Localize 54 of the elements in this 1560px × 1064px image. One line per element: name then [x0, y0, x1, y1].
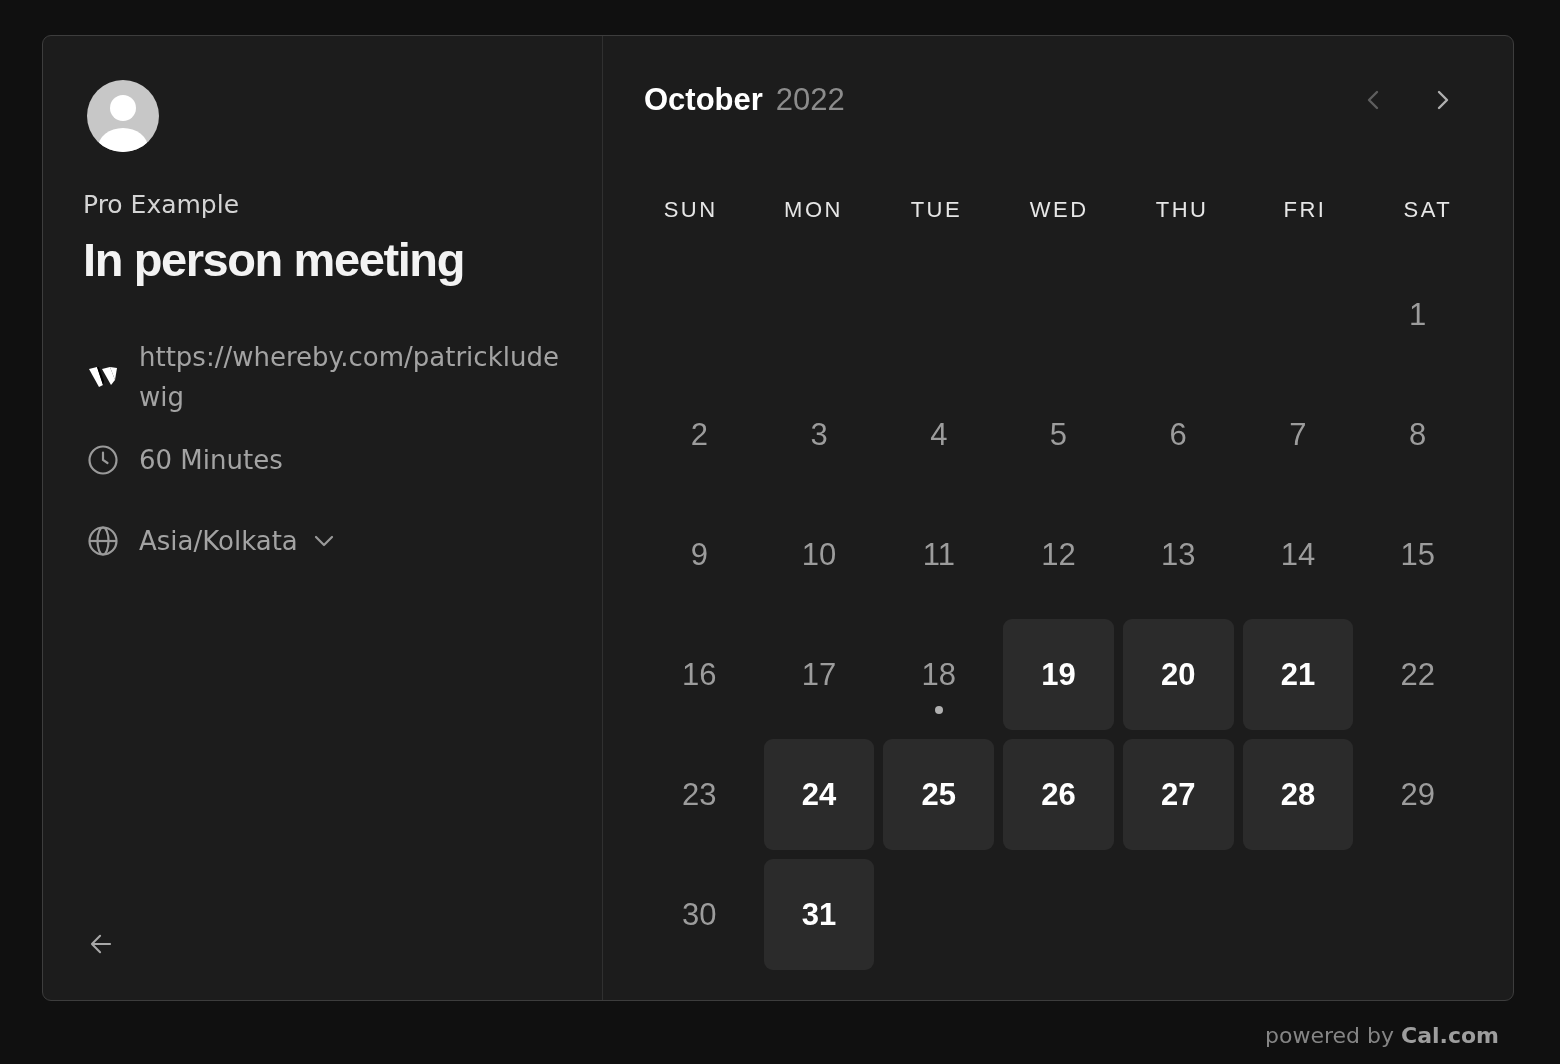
day-button[interactable]: 25: [883, 739, 995, 850]
day-button[interactable]: 28: [1242, 739, 1354, 850]
avatar-icon: [87, 80, 159, 152]
day-number: 17: [801, 656, 837, 693]
day-number: 7: [1289, 416, 1307, 453]
day-button[interactable]: 26: [1003, 739, 1114, 850]
day-button[interactable]: 31: [763, 859, 875, 970]
weekday-label: WED: [1028, 197, 1089, 223]
duration-text: 60 Minutes: [139, 444, 283, 477]
weekday-label: SAT: [1402, 197, 1453, 223]
day-number: 9: [690, 536, 708, 573]
chevron-right-icon: [1437, 90, 1449, 110]
weekday-label: THU: [1154, 197, 1209, 223]
day-number: 16: [682, 656, 717, 693]
host-name: Pro Example: [83, 189, 240, 221]
day-number: 29: [1400, 776, 1435, 813]
year-label: 2022: [775, 82, 845, 118]
weekday-label: SUN: [662, 197, 718, 223]
clock-icon: [88, 445, 118, 475]
logo-icon: [88, 366, 118, 388]
day-button[interactable]: 27: [1122, 739, 1234, 850]
day-number: 22: [1400, 656, 1435, 693]
chevron-left-icon: [1367, 90, 1379, 110]
day-number: 23: [682, 776, 717, 813]
event-title: In person meeting: [83, 234, 464, 286]
day-number: 18: [921, 656, 956, 693]
day-number: 14: [1280, 536, 1316, 573]
day-button[interactable]: 21: [1242, 619, 1354, 730]
day-number: 2: [690, 416, 708, 453]
timezone-select[interactable]: Asia/Kolkata: [139, 521, 334, 561]
chevron-down-icon: [313, 535, 334, 547]
day-number: 15: [1400, 536, 1435, 573]
powered-by-link[interactable]: powered by Cal.com: [1265, 1021, 1499, 1051]
day-number: 10: [801, 536, 837, 573]
day-number: 3: [810, 416, 828, 453]
day-number: 6: [1169, 416, 1187, 453]
weekday-label: MON: [783, 197, 843, 223]
globe-icon: [88, 526, 118, 556]
arrow-left-icon: [90, 934, 112, 954]
location-text: https://whereby.com/patrickludewig: [139, 341, 560, 414]
day-number: 8: [1409, 416, 1427, 453]
day-button[interactable]: 19: [1003, 619, 1114, 730]
day-number: 12: [1041, 536, 1076, 573]
day-number: 5: [1049, 416, 1068, 453]
weekday-label: TUE: [909, 197, 963, 223]
day-number: 30: [682, 896, 717, 933]
day-button[interactable]: 24: [763, 739, 875, 850]
day-button[interactable]: 20: [1122, 619, 1234, 730]
day-number: 11: [922, 536, 955, 573]
day-number: 13: [1160, 536, 1196, 573]
month-label: October: [644, 82, 763, 118]
day-number: 1: [1409, 296, 1427, 333]
day-number: 4: [930, 416, 948, 453]
weekday-label: FRI: [1282, 197, 1327, 223]
